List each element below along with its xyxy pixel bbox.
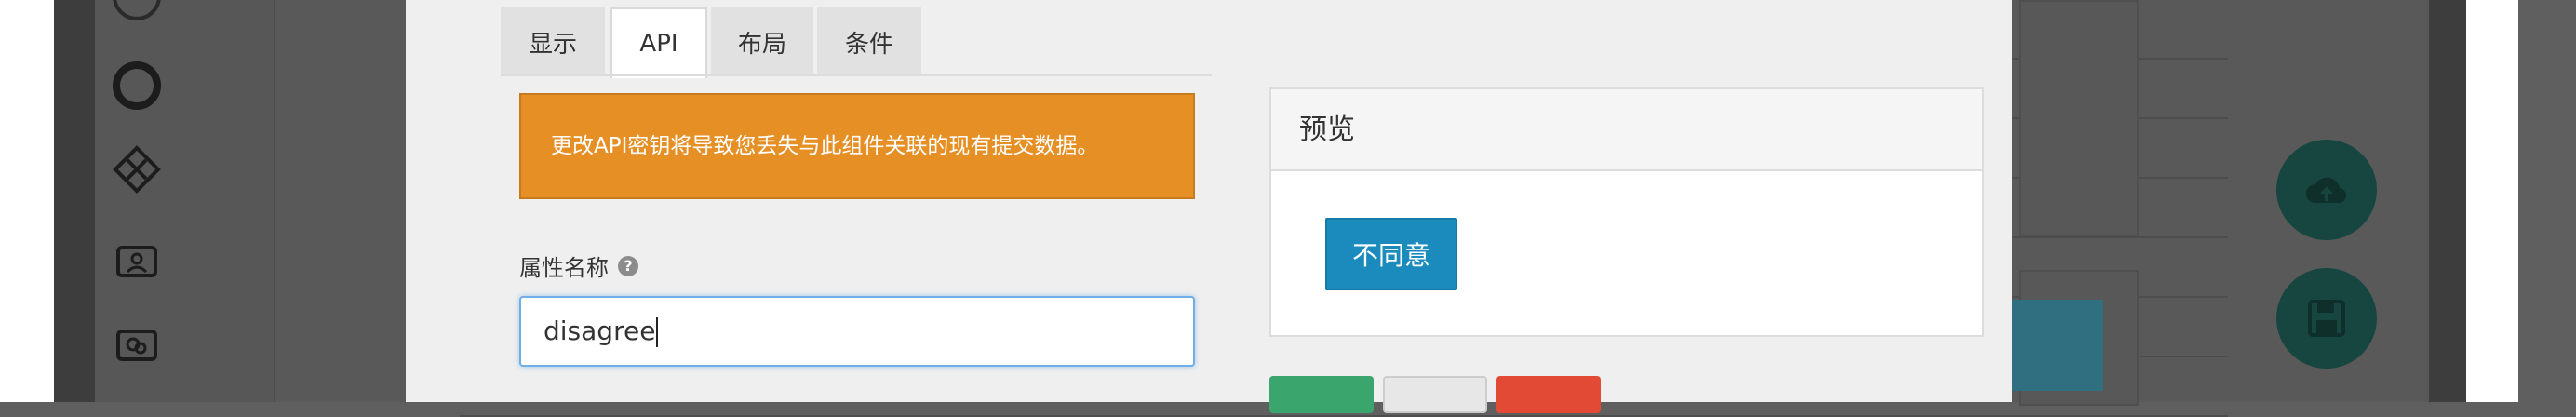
question-circle-icon[interactable]: ? [618, 255, 638, 276]
background-teal-block [2010, 300, 2103, 391]
cancel-button[interactable] [1383, 376, 1487, 413]
property-name-value: disagree [543, 316, 656, 346]
tab-layout[interactable]: 布局 [711, 7, 813, 76]
upload-fab[interactable] [2276, 140, 2377, 240]
background-sidebar [54, 0, 95, 402]
remove-button[interactable] [1496, 376, 1601, 413]
tab-divider [501, 74, 1212, 76]
signature-card-icon [116, 330, 157, 361]
tab-api[interactable]: API [610, 7, 707, 78]
warning-alert: 更改API密钥将导致您丢失与此组件关联的现有提交数据。 [519, 93, 1195, 199]
background-card [2019, 0, 2139, 236]
save-icon [2308, 300, 2345, 337]
save-button[interactable] [1269, 376, 1374, 413]
outer-page-margin [0, 0, 54, 402]
circle-icon [113, 61, 161, 110]
outer-page-margin [2518, 0, 2576, 402]
diamond-x-icon [113, 145, 161, 194]
preview-panel: 预览 不同意 [1269, 87, 1984, 337]
property-name-label: 属性名称 ? [519, 249, 638, 282]
cloud-upload-icon [2306, 177, 2347, 204]
tab-conditional[interactable]: 条件 [817, 7, 921, 76]
property-name-input[interactable]: disagree [519, 296, 1195, 367]
disagree-preview-button[interactable]: 不同意 [1325, 218, 1457, 290]
background-right-edge [2429, 0, 2466, 402]
preview-title: 预览 [1271, 89, 1982, 171]
outer-page-margin [2466, 0, 2518, 402]
user-card-icon [116, 246, 157, 277]
text-cursor [656, 317, 659, 347]
save-fab[interactable] [2276, 268, 2377, 369]
property-name-label-text: 属性名称 [519, 255, 609, 281]
tab-display[interactable]: 显示 [501, 7, 605, 76]
